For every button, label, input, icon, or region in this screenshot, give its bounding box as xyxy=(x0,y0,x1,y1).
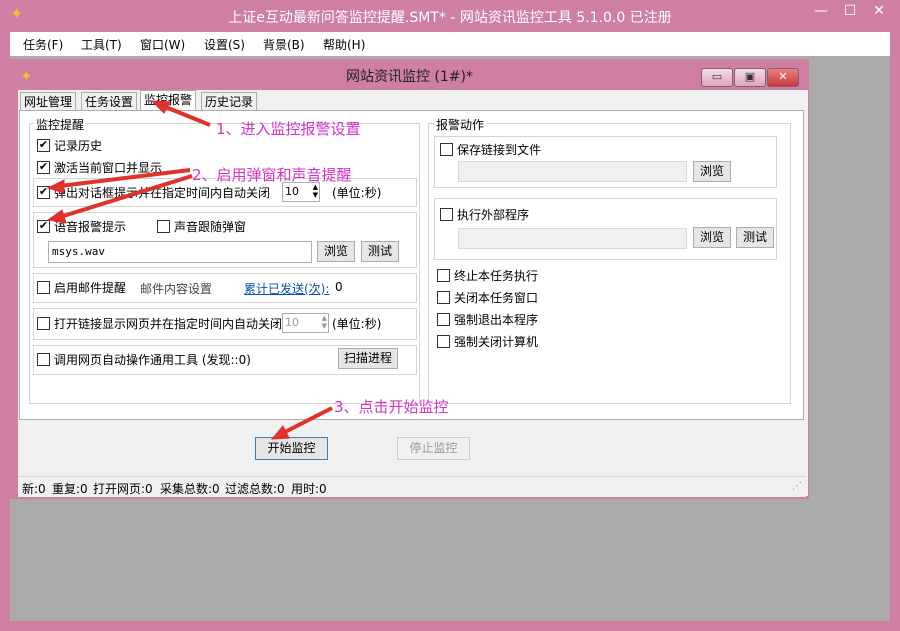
arrow-step1-head-icon xyxy=(150,100,171,114)
annotation-step2: 2、启用弹窗和声音提醒 xyxy=(192,166,352,184)
arrow-step1-icon xyxy=(162,104,211,127)
arrow-step3-icon xyxy=(282,406,333,435)
arrow-step2b-head-icon xyxy=(46,209,67,224)
annotation-step1: 1、进入监控报警设置 xyxy=(216,120,361,138)
annotation-arrows xyxy=(46,100,333,440)
arrow-step2a-head-icon xyxy=(46,179,65,194)
arrow-step3-head-icon xyxy=(270,425,290,440)
annotation-step3: 3、点击开始监控 xyxy=(334,398,449,416)
